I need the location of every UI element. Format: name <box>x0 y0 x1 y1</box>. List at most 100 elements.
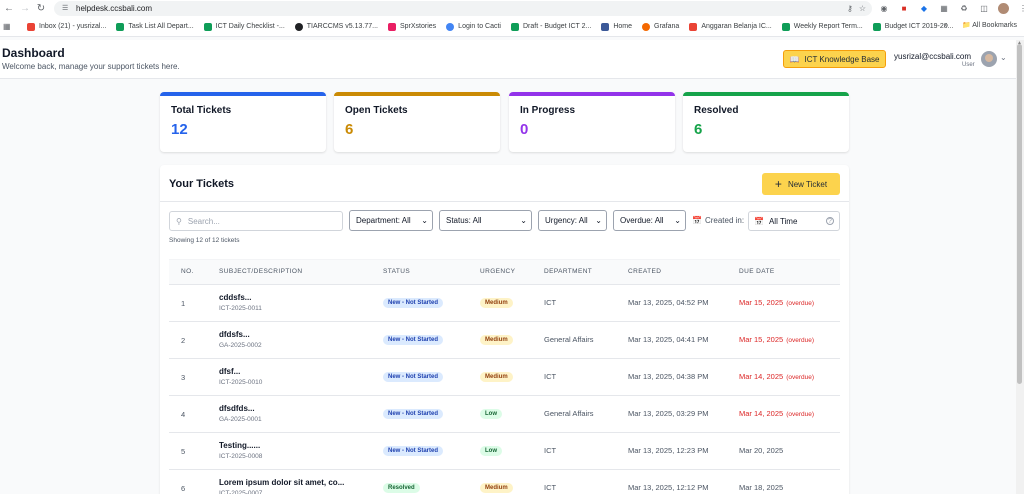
search-field[interactable]: ⚲ <box>169 211 343 231</box>
bookmark-item[interactable]: TIARCCMS v5.13.77... <box>294 22 378 31</box>
bookmark-item[interactable]: Inbox (21) - yusrizal... <box>27 22 106 31</box>
column-header: SUBJECT/DESCRIPTION <box>219 268 303 275</box>
page-subtitle: Welcome back, manage your support ticket… <box>2 62 180 71</box>
all-bookmarks[interactable]: 📁 All Bookmarks <box>962 21 1017 29</box>
home-icon <box>601 22 610 31</box>
bookmark-item[interactable]: Task List All Depart... <box>116 22 194 31</box>
ticket-subject[interactable]: dfsdfds... <box>219 404 255 413</box>
user-role: User <box>962 62 975 68</box>
back-icon[interactable]: ← <box>2 2 16 16</box>
bookmark-star-icon[interactable]: ☆ <box>859 4 866 13</box>
bookmarks-overflow[interactable]: » <box>944 22 948 29</box>
ticket-code: ICT-2025-0008 <box>219 453 263 460</box>
ticket-subject[interactable]: Testing...... <box>219 441 260 450</box>
extension-icon[interactable]: ■ <box>898 2 910 14</box>
ticket-subject[interactable]: Lorem ipsum dolor sit amet, co... <box>219 478 344 487</box>
camera-extension-icon[interactable]: ◉ <box>878 2 890 14</box>
scrollbar-thumb[interactable] <box>1017 44 1022 384</box>
extension-grey-icon[interactable]: ▦ <box>938 2 950 14</box>
ticket-subject[interactable]: cddsfs... <box>219 293 251 302</box>
ticket-subject[interactable]: dfdsfs... <box>219 330 250 339</box>
address-bar[interactable]: ☰ helpdesk.ccsbali.com ⚷ ☆ <box>54 1 872 16</box>
urgency-filter[interactable]: Urgency: All ⌄ <box>538 210 607 231</box>
ticket-subject[interactable]: dfsf... <box>219 367 240 376</box>
bookmark-item[interactable]: Grafana <box>642 22 679 31</box>
sheets-icon <box>116 22 125 31</box>
search-input[interactable] <box>187 216 328 226</box>
table-row[interactable]: 3 dfsf... ICT-2025-0010 New - Not Started Me… <box>169 359 840 396</box>
new-ticket-button[interactable]: + New Ticket <box>762 173 840 195</box>
bookmark-item[interactable]: SprXstories <box>387 22 436 31</box>
department-cell: General Affairs <box>544 409 594 418</box>
bookmark-item[interactable]: Draft - Budget ICT 2... <box>510 22 591 31</box>
due-date: Mar 14, 2025 <box>739 409 784 418</box>
due-date-cell: Mar 14, 2025 (overdue) <box>739 409 814 418</box>
bookmark-item[interactable]: Home <box>601 22 632 31</box>
tickets-title: Your Tickets <box>169 178 235 190</box>
puzzle-icon[interactable]: ♻ <box>958 2 970 14</box>
knowledge-base-button[interactable]: 📖 ICT Knowledge Base <box>783 50 886 68</box>
bookmark-item[interactable]: Anggaran Belanja IC... <box>689 22 772 31</box>
google-icon <box>446 22 455 31</box>
chevron-down-icon: ⌄ <box>674 216 681 225</box>
department-cell: ICT <box>544 483 557 492</box>
due-date-cell: Mar 18, 2025 <box>739 483 783 492</box>
chevron-down-icon[interactable]: ⌄ <box>1000 53 1007 62</box>
stat-label: Open Tickets <box>345 105 408 116</box>
created-in-label: 📅 Created in: <box>692 216 745 225</box>
due-date-cell: Mar 14, 2025 (overdue) <box>739 372 814 381</box>
reload-icon[interactable]: ↻ <box>34 2 48 16</box>
table-row[interactable]: 4 dfsdfds... GA-2025-0001 New - Not Started… <box>169 396 840 433</box>
ticket-code: ICT-2025-0010 <box>219 379 263 386</box>
urgency-badge: Low <box>480 446 502 456</box>
sheets-icon <box>872 22 881 31</box>
row-number: 1 <box>181 299 186 308</box>
page-header: Dashboard Welcome back, manage your supp… <box>0 40 1016 79</box>
stat-card-resolved: Resolved 6 <box>683 92 849 152</box>
extension-blue-icon[interactable]: ◆ <box>918 2 930 14</box>
created-cell: Mar 13, 2025, 04:38 PM <box>628 372 709 381</box>
apps-grid-icon[interactable]: ▦ <box>3 22 17 31</box>
browser-toolbar: ← → ↻ ☰ helpdesk.ccsbali.com ⚷ ☆ ◉ ■ ◆ ▦… <box>0 0 1024 17</box>
status-filter[interactable]: Status: All ⌄ <box>439 210 532 231</box>
key-icon[interactable]: ⚷ <box>847 4 853 13</box>
urgency-badge: Medium <box>480 298 513 308</box>
created-cell: Mar 13, 2025, 04:52 PM <box>628 298 709 307</box>
column-header: STATUS <box>383 268 411 275</box>
department-cell: General Affairs <box>544 335 594 344</box>
overdue-filter[interactable]: Overdue: All ⌄ <box>613 210 686 231</box>
created-cell: Mar 13, 2025, 03:29 PM <box>628 409 709 418</box>
bookmark-item[interactable]: Weekly Report Term... <box>781 22 863 31</box>
created-range-select[interactable]: 📅 All Time ? <box>748 211 840 231</box>
forward-icon[interactable]: → <box>18 2 32 16</box>
site-info-icon[interactable]: ☰ <box>62 5 70 13</box>
avatar[interactable] <box>981 51 997 67</box>
overdue-label: (overdue) <box>786 374 815 381</box>
table-row[interactable]: 1 cddsfs... ICT-2025-0011 New - Not Started… <box>169 285 840 322</box>
table-row[interactable]: 5 Testing...... ICT-2025-0008 New - Not Sta… <box>169 433 840 470</box>
stat-value: 6 <box>345 121 354 138</box>
column-header: NO. <box>181 268 194 275</box>
bookmark-item[interactable]: Login to Cacti <box>446 22 501 31</box>
info-icon[interactable]: ? <box>826 217 834 225</box>
divider <box>160 201 849 202</box>
sidebar-icon[interactable]: ◫ <box>978 2 990 14</box>
menu-dots-icon[interactable]: ⋮ <box>1017 2 1024 14</box>
department-filter[interactable]: Department: All ⌄ <box>349 210 433 231</box>
created-cell: Mar 13, 2025, 12:23 PM <box>628 446 709 455</box>
sheets-icon <box>203 22 212 31</box>
status-badge: Resolved <box>383 483 420 493</box>
bookmark-item[interactable]: Budget ICT 2019-20... <box>872 22 954 31</box>
profile-avatar[interactable] <box>998 2 1009 14</box>
bookmark-item[interactable]: ICT Daily Checklist -... <box>203 22 285 31</box>
chevron-down-icon: ⌄ <box>421 216 428 225</box>
column-header: DUE DATE <box>739 268 775 275</box>
url-text: helpdesk.ccsbali.com <box>76 4 153 13</box>
grafana-icon <box>642 22 651 31</box>
table-row[interactable]: 6 Lorem ipsum dolor sit amet, co... ICT-20… <box>169 470 840 494</box>
table-row[interactable]: 2 dfdsfs... GA-2025-0002 New - Not Started M… <box>169 322 840 359</box>
row-number: 6 <box>181 484 186 493</box>
page-title: Dashboard <box>2 46 65 60</box>
overdue-label: (overdue) <box>786 337 815 344</box>
overdue-label: (overdue) <box>786 300 815 307</box>
